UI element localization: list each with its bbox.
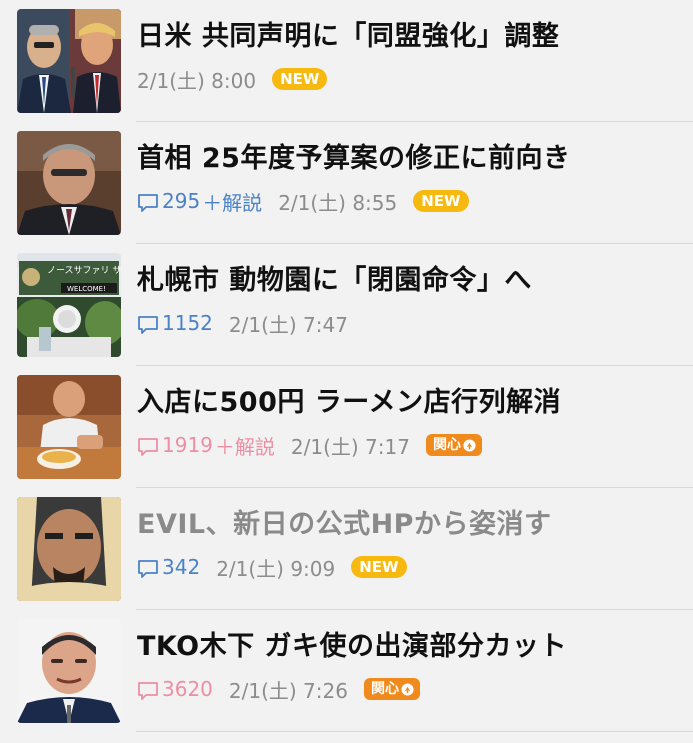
explanation-label: ＋解説: [202, 190, 263, 215]
news-item[interactable]: EVIL、新日の公式HPから姿消す 342 2/1(土) 9:09 NEW: [0, 488, 693, 610]
article-thumbnail[interactable]: [17, 497, 121, 601]
article-thumbnail[interactable]: [17, 131, 121, 235]
article-meta: 342 2/1(土) 9:09 NEW: [137, 552, 407, 582]
article-thumbnail[interactable]: [17, 619, 121, 723]
comment-count[interactable]: 1152: [137, 311, 213, 336]
new-badge: NEW: [413, 190, 469, 212]
article-meta: 1152 2/1(土) 7:47: [137, 308, 364, 338]
comedian-photo-icon: [17, 619, 121, 723]
article-timestamp: 2/1(土) 9:09: [216, 556, 336, 581]
new-badge: NEW: [351, 556, 407, 578]
comment-count-value: 295: [162, 189, 201, 213]
comment-count-value: 1152: [162, 311, 213, 335]
trending-arrow-icon: [463, 438, 476, 452]
comment-count[interactable]: 342: [137, 555, 200, 580]
article-thumbnail[interactable]: ノースサファリ サッポロ WELCOME!: [17, 253, 121, 357]
ramen-chef-photo-icon: [17, 375, 121, 479]
zoo-welcome-text: WELCOME!: [67, 285, 106, 293]
article-timestamp: 2/1(土) 7:47: [228, 312, 348, 337]
wrestler-photo-icon: [17, 497, 121, 601]
article-timestamp: 2/1(土) 7:26: [228, 678, 348, 703]
article-title[interactable]: 日米 共同声明に「同盟強化」調整: [137, 18, 559, 56]
comment-bubble-icon: [138, 681, 158, 700]
comment-count-value: 342: [162, 555, 201, 579]
article-title[interactable]: 首相 25年度予算案の修正に前向き: [137, 140, 570, 178]
news-item[interactable]: TKO木下 ガキ使の出演部分カット 3620 2/1(土) 7:26 関心: [0, 610, 693, 732]
article-timestamp: 2/1(土) 8:55: [278, 190, 398, 215]
attention-badge-label: 関心: [432, 437, 461, 453]
news-item[interactable]: 首相 25年度予算案の修正に前向き 295 ＋解説 2/1(土) 8:55 NE…: [0, 122, 693, 244]
article-thumbnail[interactable]: [17, 9, 121, 113]
trending-arrow-icon: [401, 682, 414, 696]
zoo-entrance-photo-icon: ノースサファリ サッポロ WELCOME!: [17, 253, 121, 357]
article-meta: 3620 2/1(土) 7:26 関心: [137, 674, 420, 704]
article-title[interactable]: TKO木下 ガキ使の出演部分カット: [137, 628, 567, 666]
article-title[interactable]: 札幌市 動物園に「閉園命令」へ: [137, 262, 532, 300]
news-item[interactable]: 日米 共同声明に「同盟強化」調整 2/1(土) 8:00 NEW: [0, 0, 693, 122]
comment-bubble-icon: [138, 559, 158, 578]
article-thumbnail[interactable]: [17, 375, 121, 479]
comment-count[interactable]: 3620: [137, 677, 213, 702]
comment-bubble-icon: [138, 437, 158, 456]
comment-count[interactable]: 295 ＋解説: [137, 187, 262, 216]
news-item[interactable]: 入店に500円 ラーメン店行列解消 1919 ＋解説 2/1(土) 7:17 関…: [0, 366, 693, 488]
explanation-label: ＋解説: [214, 434, 275, 459]
comment-bubble-icon: [138, 315, 158, 334]
news-item[interactable]: ノースサファリ サッポロ WELCOME! 札幌市 動物園に「閉園命令」へ 11…: [0, 244, 693, 366]
article-title[interactable]: EVIL、新日の公式HPから姿消す: [137, 506, 551, 544]
article-meta: 2/1(土) 8:00 NEW: [137, 64, 328, 94]
attention-badge: 関心: [425, 434, 482, 456]
attention-badge-label: 関心: [370, 681, 399, 697]
comment-bubble-icon: [138, 193, 158, 212]
row-divider: [136, 731, 693, 732]
article-meta: 295 ＋解説 2/1(土) 8:55 NEW: [137, 186, 469, 216]
article-meta: 1919 ＋解説 2/1(土) 7:17 関心: [137, 430, 482, 460]
two-politicians-photo-icon: [17, 9, 121, 113]
zoo-sign-text: ノースサファリ サッポロ: [47, 265, 121, 276]
article-timestamp: 2/1(土) 8:00: [137, 68, 257, 93]
comment-count[interactable]: 1919 ＋解説: [137, 431, 275, 460]
news-list: 日米 共同声明に「同盟強化」調整 2/1(土) 8:00 NEW 首相 25年度…: [0, 0, 693, 743]
comment-count-value: 1919: [162, 433, 213, 457]
article-timestamp: 2/1(土) 7:17: [290, 434, 410, 459]
new-badge: NEW: [272, 68, 328, 90]
article-title[interactable]: 入店に500円 ラーメン店行列解消: [137, 384, 561, 422]
comment-count-value: 3620: [162, 677, 213, 701]
prime-minister-photo-icon: [17, 131, 121, 235]
attention-badge: 関心: [363, 678, 420, 700]
